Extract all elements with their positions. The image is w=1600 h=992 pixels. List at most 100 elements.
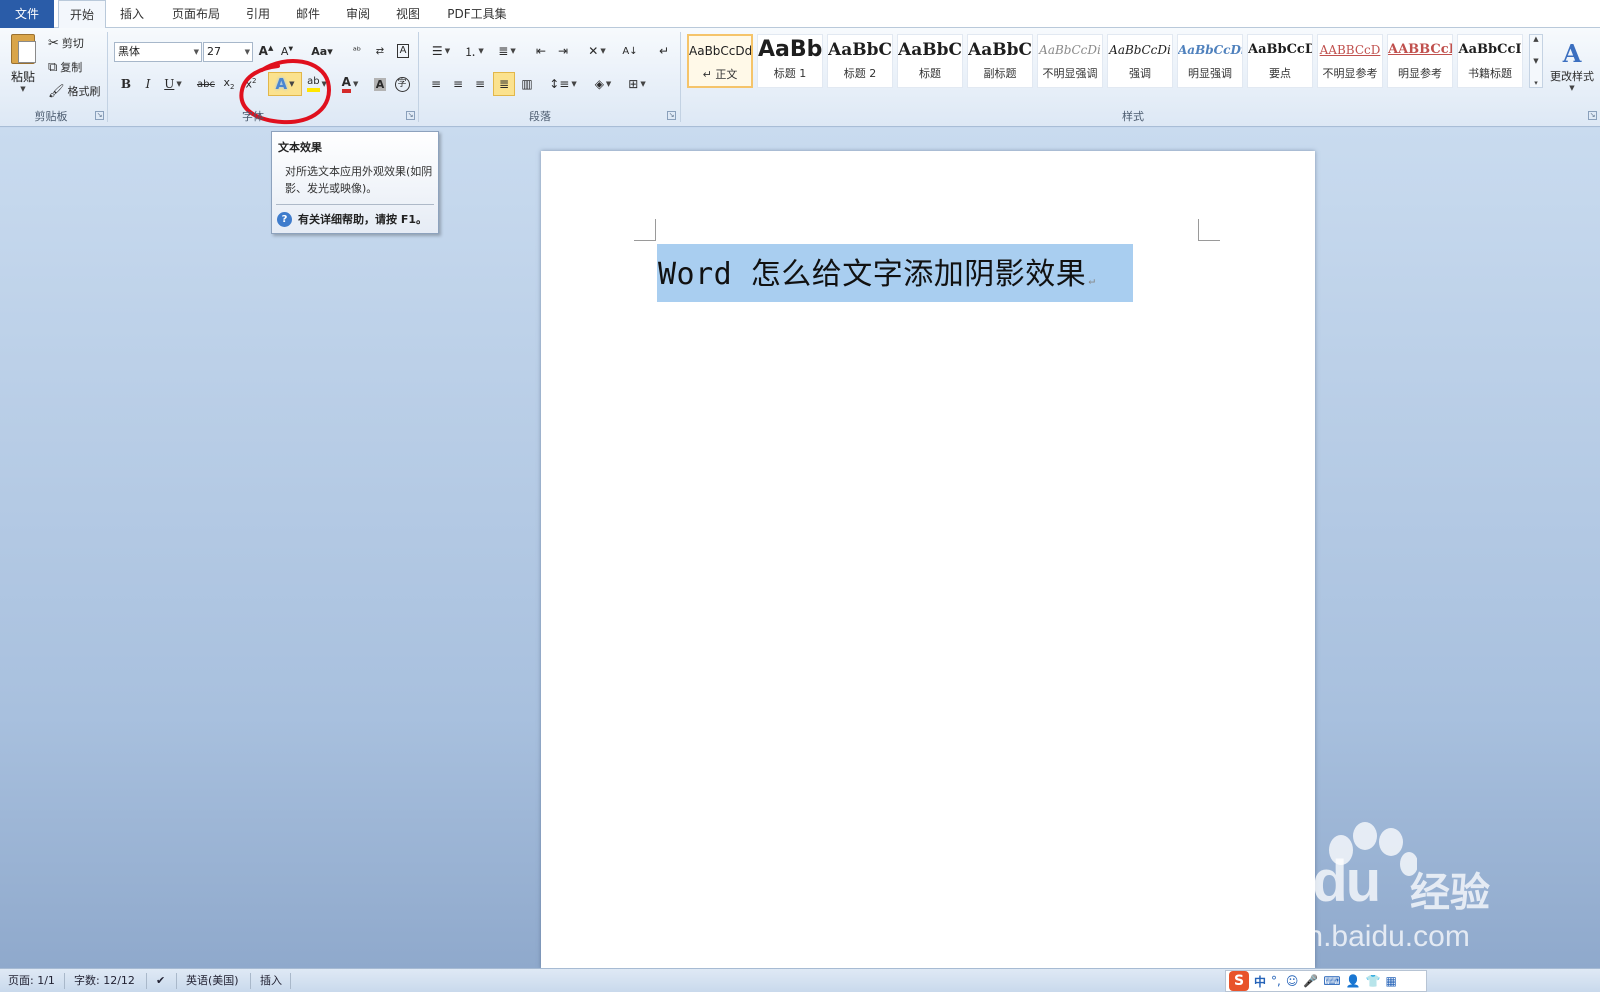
ime-language-toggle[interactable]: 中 <box>1254 973 1266 990</box>
style-sample: AaBbC <box>898 40 962 60</box>
style-name: 标题 1 <box>773 67 807 80</box>
document-page[interactable]: Word 怎么给文字添加阴影效果 ↵ <box>541 151 1315 968</box>
word-count[interactable]: 字数: 12/12 <box>74 973 135 989</box>
format-painter-button[interactable]: 🖌 格式刷 <box>48 80 101 102</box>
tab-file[interactable]: 文件 <box>0 0 54 28</box>
user-icon[interactable]: 👤 <box>1346 974 1361 988</box>
phonetic-guide-icon: ᵃᵇ <box>352 45 362 57</box>
style-emphasis[interactable]: AaBbCcDi 强调 <box>1107 34 1173 88</box>
decrease-indent-button[interactable]: ⇤ <box>531 40 551 62</box>
change-styles-button[interactable]: A 更改样式 ▼ <box>1546 32 1598 98</box>
paragraph-launcher[interactable]: ↘ <box>667 111 676 120</box>
change-styles-label: 更改样式 <box>1550 69 1594 83</box>
insert-mode[interactable]: 插入 <box>260 973 282 989</box>
tab-page-layout[interactable]: 页面布局 <box>160 0 232 28</box>
align-left-button[interactable]: ≡ <box>426 73 446 95</box>
font-group-label: 字体 <box>242 110 264 123</box>
font-name-combo[interactable]: 黑体 ▼ <box>114 42 202 62</box>
increase-indent-button[interactable]: ⇥ <box>553 40 573 62</box>
style-sample: AaBbCcDi <box>1109 43 1171 57</box>
document-workspace: Word 怎么给文字添加阴影效果 ↵ <box>0 128 1600 968</box>
style-intense-emphasis[interactable]: AaBbCcDi 明显强调 <box>1177 34 1243 88</box>
tab-view[interactable]: 视图 <box>386 0 430 28</box>
style-subtle-emphasis[interactable]: AaBbCcDi 不明显强调 <box>1037 34 1103 88</box>
language-indicator[interactable]: 英语(美国) <box>186 973 239 989</box>
microphone-icon[interactable]: 🎤 <box>1303 974 1318 988</box>
punctuation-icon[interactable]: °, <box>1271 974 1281 988</box>
style-sample: AaBbCcDi <box>1178 43 1242 57</box>
multilevel-list-button[interactable]: ≣ ▼ <box>492 40 522 62</box>
cut-button[interactable]: ✂ 剪切 <box>48 32 84 54</box>
underline-button[interactable]: U ▼ <box>160 73 186 95</box>
shading-button[interactable]: ◈ ▼ <box>588 73 618 95</box>
skin-icon[interactable]: 👕 <box>1366 974 1381 988</box>
justify-button[interactable]: ≣ <box>493 72 515 96</box>
style-intense-reference[interactable]: AABBCcI 明显参考 <box>1387 34 1453 88</box>
styles-launcher[interactable]: ↘ <box>1588 111 1597 120</box>
style-heading-2[interactable]: AaBbC 标题 2 <box>827 34 893 88</box>
paragraph-group-label: 段落 <box>529 110 551 123</box>
keyboard-icon[interactable]: ⌨ <box>1323 974 1340 988</box>
style-subtitle[interactable]: AaBbC 副标题 <box>967 34 1033 88</box>
phonetic-guide-button[interactable]: ᵃᵇ <box>347 40 367 62</box>
copy-icon: ⧉ <box>48 59 58 75</box>
bold-button[interactable]: B <box>116 73 136 95</box>
paste-button[interactable]: 粘贴 ▼ <box>6 32 40 100</box>
enclose-characters-icon: 字 <box>394 76 410 92</box>
font-launcher[interactable]: ↘ <box>406 111 415 120</box>
emoji-icon[interactable]: ☺ <box>1286 974 1299 988</box>
status-divider <box>176 973 177 989</box>
ime-logo-icon[interactable]: S <box>1229 971 1249 991</box>
numbered-list-icon: ⒈ <box>464 44 477 59</box>
borders-button[interactable]: ⊞ ▼ <box>622 73 652 95</box>
distributed-button[interactable]: ▥ <box>517 73 537 95</box>
align-right-button[interactable]: ≡ <box>470 73 490 95</box>
document-heading-text[interactable]: Word 怎么给文字添加阴影效果 ↵ <box>658 249 1095 293</box>
character-shading-button[interactable]: A <box>370 73 390 95</box>
enclose-characters-button[interactable]: 字 <box>392 73 412 95</box>
copy-button[interactable]: ⧉ 复制 <box>48 56 82 78</box>
sort-button[interactable]: A↓ <box>620 40 640 62</box>
numbering-button[interactable]: ⒈ ▼ <box>459 40 489 62</box>
page-count[interactable]: 页面: 1/1 <box>8 973 55 989</box>
style-heading-1[interactable]: AaBb 标题 1 <box>757 34 823 88</box>
group-divider <box>107 32 108 122</box>
chevron-down-icon: ▼ <box>1533 57 1539 65</box>
character-border-button[interactable]: A <box>393 40 413 62</box>
clipboard-launcher[interactable]: ↘ <box>95 111 104 120</box>
bullet-list-icon: ☰ <box>431 44 443 58</box>
line-spacing-button[interactable]: ↕≡ ▼ <box>548 73 578 95</box>
style-normal[interactable]: AaBbCcDd ↵ 正文 <box>687 34 753 88</box>
align-center-button[interactable]: ≡ <box>448 73 468 95</box>
tab-references[interactable]: 引用 <box>236 0 280 28</box>
chinese-layout-button[interactable]: ✕ ▼ <box>582 40 612 62</box>
toolbox-icon[interactable]: ▦ <box>1386 974 1397 988</box>
style-name: 书籍标题 <box>1468 67 1512 80</box>
style-name: 标题 <box>919 67 941 80</box>
style-name: 标题 2 <box>843 67 877 80</box>
tooltip-help-text: 有关详细帮助，请按 F1。 <box>298 213 427 226</box>
tab-review[interactable]: 审阅 <box>336 0 380 28</box>
tab-mailings[interactable]: 邮件 <box>286 0 330 28</box>
style-name: 副标题 <box>983 67 1017 80</box>
convert-icon: ⇄ <box>375 45 385 57</box>
styles-group-label: 样式 <box>1122 110 1144 123</box>
tab-insert[interactable]: 插入 <box>110 0 154 28</box>
character-convert-button[interactable]: ⇄ <box>370 40 390 62</box>
style-gallery-scroll[interactable]: ▲ ▼ ▾ <box>1529 34 1543 88</box>
proofing-icon[interactable]: ✔ <box>156 973 165 989</box>
style-subtle-reference[interactable]: AABBCcD 不明显参考 <box>1317 34 1383 88</box>
chevron-down-icon: ▼ <box>600 47 606 55</box>
strikethrough-button[interactable]: abc <box>195 73 217 95</box>
style-sample: AaBbC <box>968 40 1032 60</box>
style-book-title[interactable]: AaBbCcI 书籍标题 <box>1457 34 1523 88</box>
group-divider <box>418 32 419 122</box>
show-marks-button[interactable]: ↵ <box>654 40 674 62</box>
italic-button[interactable]: I <box>138 73 158 95</box>
tab-home[interactable]: 开始 <box>58 0 106 29</box>
tooltip-title: 文本效果 <box>278 141 322 154</box>
style-title[interactable]: AaBbC 标题 <box>897 34 963 88</box>
style-strong[interactable]: AaBbCcD 要点 <box>1247 34 1313 88</box>
tab-pdf-tools[interactable]: PDF工具集 <box>436 0 518 28</box>
bullets-button[interactable]: ☰ ▼ <box>426 40 456 62</box>
